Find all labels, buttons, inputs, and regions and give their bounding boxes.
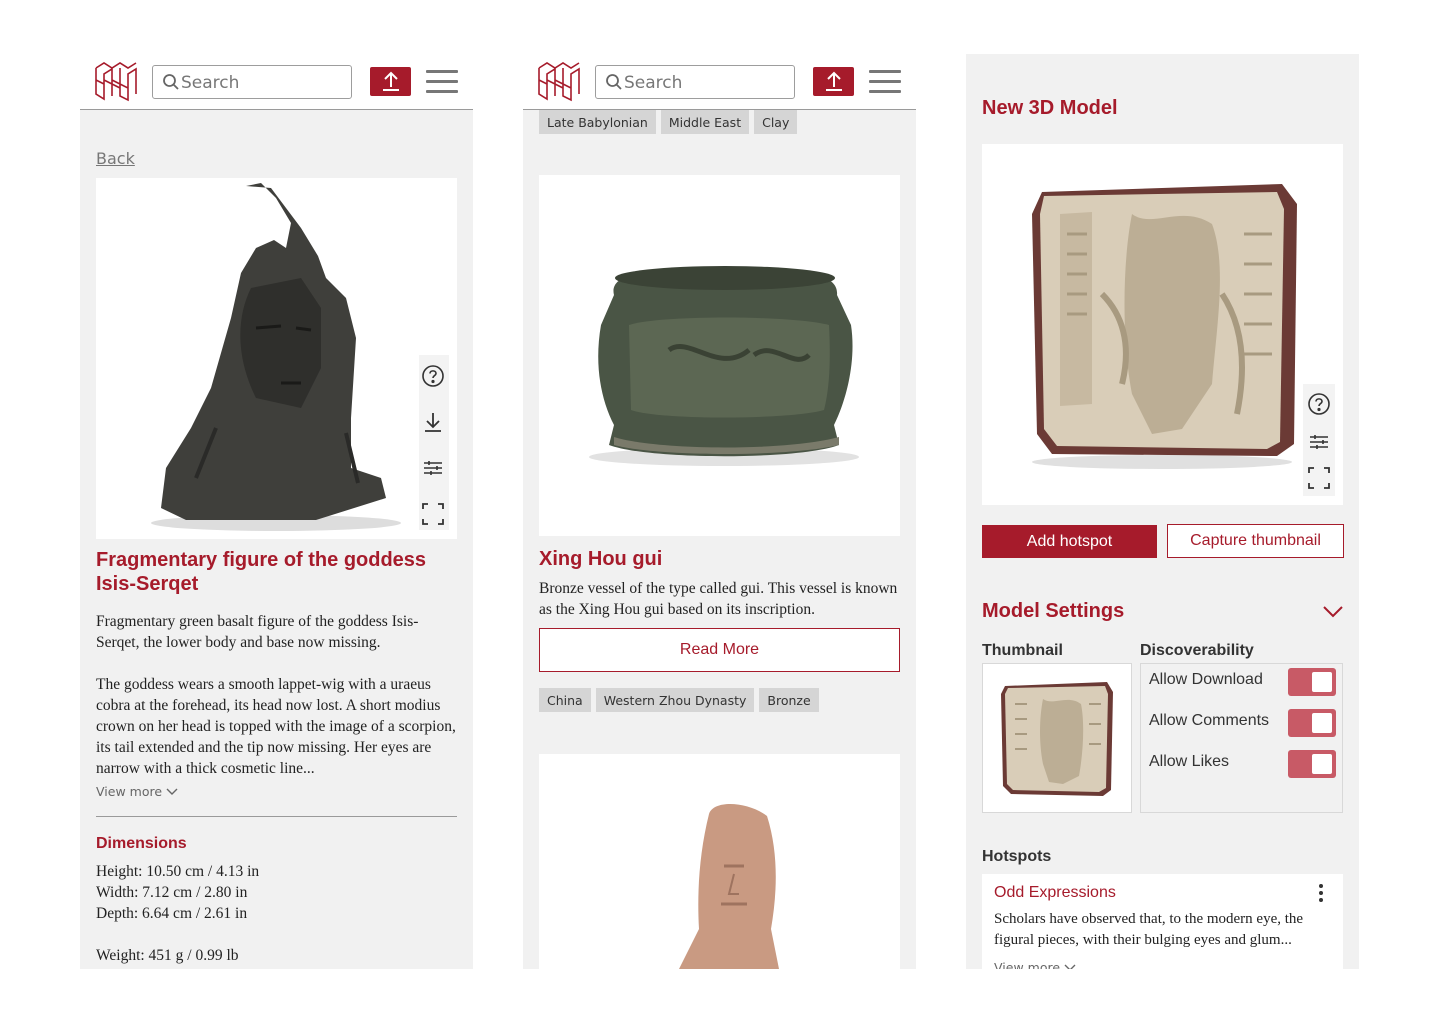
dimensions-title: Dimensions xyxy=(96,835,187,852)
model-settings-title: Model Settings xyxy=(982,600,1125,622)
allow-likes-row: Allow Likes xyxy=(1141,746,1344,786)
tag-chip[interactable]: Clay xyxy=(754,110,798,134)
tag-chip[interactable]: Late Babylonian xyxy=(539,110,656,134)
header: Search xyxy=(80,54,473,110)
card-description: Bronze vessel of the type called gui. Th… xyxy=(539,580,898,618)
tag-chip[interactable]: China xyxy=(539,688,591,712)
tag-chip[interactable]: Western Zhou Dynasty xyxy=(595,688,755,712)
hotspots-label: Hotspots xyxy=(982,848,1052,865)
upload-button[interactable] xyxy=(813,67,854,96)
fullscreen-icon[interactable] xyxy=(419,500,447,528)
card-image[interactable] xyxy=(539,175,900,536)
dimension-weight: Weight: 451 g / 0.99 lb xyxy=(96,947,239,964)
upload-button[interactable] xyxy=(370,67,411,96)
bronze-vessel-image xyxy=(589,266,859,466)
tag-chip[interactable]: Middle East xyxy=(660,110,750,134)
sliders-icon[interactable] xyxy=(1305,428,1333,456)
description-paragraph-1: Fragmentary green basalt figure of the g… xyxy=(96,613,419,651)
search-placeholder: Search xyxy=(624,73,683,93)
add-hotspot-label: Add hotspot xyxy=(1026,533,1113,550)
read-more-button[interactable]: Read More xyxy=(539,628,900,672)
upload-icon xyxy=(826,71,842,91)
allow-download-row: Allow Download xyxy=(1141,664,1344,704)
help-icon[interactable] xyxy=(1305,390,1333,418)
chevron-down-icon xyxy=(166,788,178,795)
allow-comments-toggle[interactable] xyxy=(1288,709,1336,737)
menu-icon[interactable] xyxy=(426,70,458,94)
card-title[interactable]: Xing Hou gui xyxy=(539,548,662,571)
feed-screen: Late Babylonian Middle East Clay Search … xyxy=(523,54,916,969)
sliders-icon[interactable] xyxy=(419,454,447,482)
stone-relief-image xyxy=(1032,184,1297,469)
chevron-down-icon[interactable] xyxy=(1322,605,1344,619)
capture-thumbnail-label: Capture thumbnail xyxy=(1190,532,1321,549)
hotspot-card[interactable]: Odd Expressions Scholars have observed t… xyxy=(982,874,1343,969)
stone-head-image xyxy=(679,804,779,969)
description-paragraph-2: The goddess wears a smooth lappet-wig wi… xyxy=(96,676,456,777)
hotspot-title: Odd Expressions xyxy=(994,884,1116,901)
model-viewer[interactable] xyxy=(982,144,1343,505)
logo-icon[interactable] xyxy=(94,60,138,102)
divider xyxy=(96,816,457,817)
viewer-toolbar xyxy=(419,355,449,530)
upload-icon xyxy=(383,71,399,91)
download-icon[interactable] xyxy=(419,408,447,436)
hotspot-view-more-link[interactable]: View more xyxy=(994,960,1076,969)
allow-download-toggle[interactable] xyxy=(1288,668,1336,696)
search-icon xyxy=(606,74,622,90)
model-editor-screen: New 3D Model Add hotspot Capture thumbna… xyxy=(966,54,1359,969)
thumbnail-image xyxy=(1001,682,1113,796)
dimension-width: Width: 7.12 cm / 2.80 in xyxy=(96,884,248,901)
search-icon xyxy=(163,74,179,90)
thumbnail-label: Thumbnail xyxy=(982,642,1063,659)
chevron-down-icon xyxy=(1064,964,1076,969)
capture-thumbnail-button[interactable]: Capture thumbnail xyxy=(1167,524,1344,558)
allow-likes-toggle[interactable] xyxy=(1288,750,1336,778)
thumbnail-preview[interactable] xyxy=(982,663,1132,813)
object-detail-screen: Search Back Fragmentary figure of the go… xyxy=(80,54,473,969)
editor-title: New 3D Model xyxy=(982,97,1118,119)
allow-download-label: Allow Download xyxy=(1149,671,1263,688)
hotspot-view-more-label: View more xyxy=(994,960,1061,969)
model-image xyxy=(151,183,401,531)
hotspot-text: Scholars have observed that, to the mode… xyxy=(994,911,1304,948)
search-placeholder: Search xyxy=(181,73,240,93)
discoverability-label: Discoverability xyxy=(1140,642,1254,659)
card-tag-list: China Western Zhou Dynasty Bronze xyxy=(539,688,819,712)
viewer-toolbar xyxy=(1303,384,1335,496)
read-more-label: Read More xyxy=(679,641,760,658)
dimension-depth: Depth: 6.64 cm / 2.61 in xyxy=(96,905,248,922)
header: Search xyxy=(523,54,916,110)
dimension-height: Height: 10.50 cm / 4.13 in xyxy=(96,863,260,880)
view-more-link[interactable]: View more xyxy=(96,784,178,799)
discoverability-box: Allow Download Allow Comments Allow Like… xyxy=(1140,663,1343,813)
card-image[interactable] xyxy=(539,754,900,969)
fullscreen-icon[interactable] xyxy=(1305,464,1333,492)
model-viewer[interactable] xyxy=(96,178,457,539)
add-hotspot-button[interactable]: Add hotspot xyxy=(982,525,1157,558)
top-tag-list: Late Babylonian Middle East Clay xyxy=(539,110,798,134)
back-link[interactable]: Back xyxy=(96,149,135,168)
allow-likes-label: Allow Likes xyxy=(1149,753,1230,770)
logo-icon[interactable] xyxy=(537,60,581,102)
search-input[interactable]: Search xyxy=(595,65,795,99)
allow-comments-label: Allow Comments xyxy=(1149,712,1270,729)
menu-icon[interactable] xyxy=(869,70,901,94)
view-more-label: View more xyxy=(96,784,163,799)
tag-chip[interactable]: Bronze xyxy=(759,688,819,712)
object-title: Fragmentary figure of the goddess Isis-S… xyxy=(96,549,427,595)
search-input[interactable]: Search xyxy=(152,65,352,99)
help-icon[interactable] xyxy=(419,362,447,390)
more-vertical-icon[interactable] xyxy=(1316,883,1326,903)
allow-comments-row: Allow Comments xyxy=(1141,705,1344,745)
